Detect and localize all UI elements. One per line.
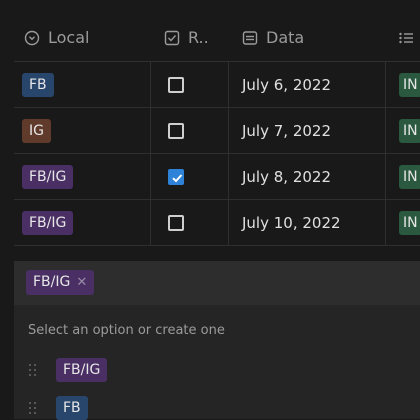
table-row[interactable]: FB/IG July 10, 2022 IN xyxy=(14,200,420,246)
select-circle-icon xyxy=(24,30,40,45)
local-tag[interactable]: FB xyxy=(22,72,54,97)
column-header-label: Local xyxy=(48,28,90,47)
column-header-data[interactable]: Data xyxy=(242,14,304,61)
option-tag[interactable]: FB/IG xyxy=(56,358,108,382)
row-checkbox[interactable] xyxy=(168,214,184,231)
column-header-label: Data xyxy=(266,28,305,47)
drag-handle-icon[interactable] xyxy=(28,363,38,377)
option-tag[interactable]: FB xyxy=(56,396,88,420)
row-checkbox[interactable] xyxy=(168,76,184,93)
selected-tags-bar[interactable]: FB/IG ✕ xyxy=(14,261,420,305)
column-header-r[interactable]: R.. xyxy=(164,14,209,61)
table-row[interactable]: FB/IG July 8, 2022 IN xyxy=(14,154,420,200)
close-icon[interactable]: ✕ xyxy=(76,275,87,290)
date-cell[interactable]: July 6, 2022 xyxy=(242,76,331,94)
row-checkbox[interactable] xyxy=(168,122,184,139)
date-cell[interactable]: July 10, 2022 xyxy=(242,214,341,232)
checkbox-icon xyxy=(164,30,180,45)
calendar-icon xyxy=(242,30,258,45)
table-row[interactable]: FB July 6, 2022 IN xyxy=(14,62,420,108)
row-checkbox-checked[interactable] xyxy=(168,168,184,185)
drag-handle-icon[interactable] xyxy=(28,401,38,415)
table-row[interactable]: IG July 7, 2022 IN xyxy=(14,108,420,154)
status-tag[interactable]: IN xyxy=(399,72,420,97)
date-cell[interactable]: July 8, 2022 xyxy=(242,168,331,186)
database-table: Local R.. Data FB July 6, 2022 IN IG Jul… xyxy=(14,14,420,246)
status-tag[interactable]: IN xyxy=(399,164,420,189)
column-header-local[interactable]: Local xyxy=(24,14,89,61)
help-text: Select an option or create one xyxy=(28,323,225,338)
table-header: Local R.. Data xyxy=(14,14,420,62)
status-tag[interactable]: IN xyxy=(399,210,420,235)
local-tag[interactable]: IG xyxy=(22,118,51,143)
column-header-label: R.. xyxy=(188,28,209,47)
option-item[interactable]: FB/IG xyxy=(28,358,108,382)
checkmark-icon xyxy=(172,173,183,182)
date-cell[interactable]: July 7, 2022 xyxy=(242,122,331,140)
local-tag[interactable]: FB/IG xyxy=(22,164,74,189)
column-header-status[interactable] xyxy=(398,14,420,61)
status-tag[interactable]: IN xyxy=(399,118,420,143)
selected-tag[interactable]: FB/IG ✕ xyxy=(26,270,95,295)
selected-tag-label: FB/IG xyxy=(33,274,71,290)
list-icon xyxy=(399,32,413,43)
option-item[interactable]: FB xyxy=(28,396,88,420)
local-tag[interactable]: FB/IG xyxy=(22,210,74,235)
select-dropdown-popup: FB/IG ✕ Select an option or create one FB… xyxy=(14,261,420,420)
